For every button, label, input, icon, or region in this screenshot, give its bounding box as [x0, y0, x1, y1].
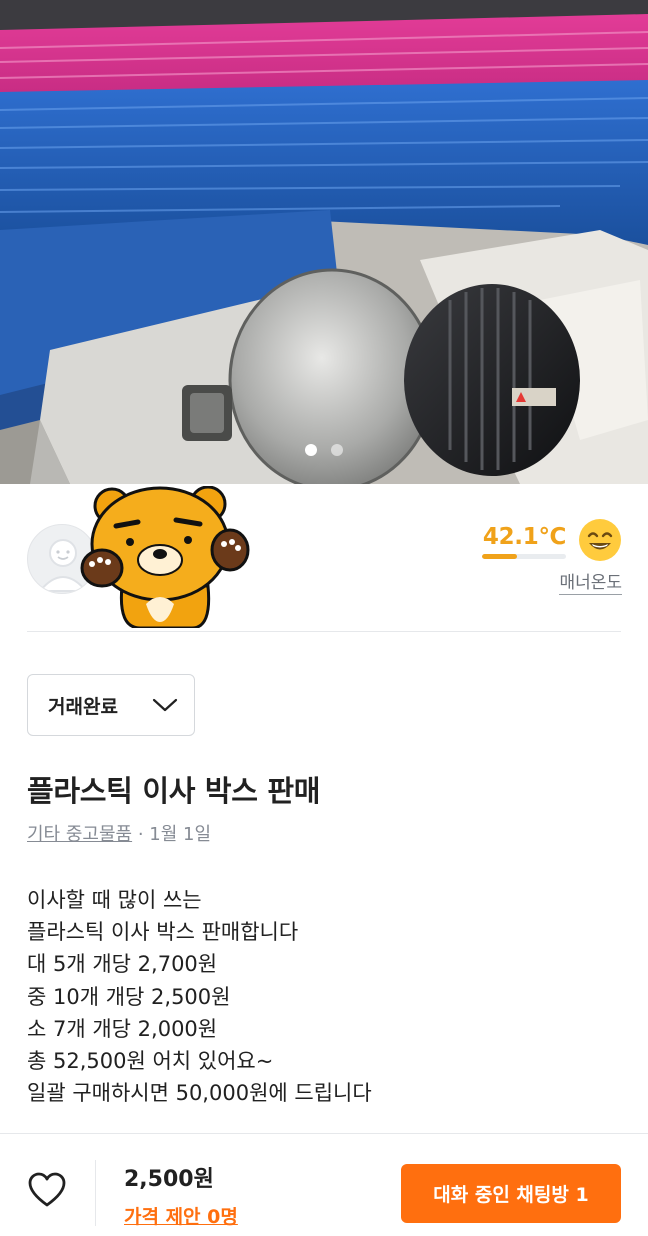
description-line: 중 10개 개당 2,500원 [27, 984, 231, 1009]
description-line: 일괄 구매하시면 50,000원에 드립니다 [27, 1081, 372, 1106]
chat-rooms-button[interactable]: 대화 중인 채팅방 1 [401, 1164, 621, 1223]
description-line: 이사할 때 많이 쓰는 [27, 888, 202, 912]
description-line: 소 7개 개당 2,000원 [27, 1016, 218, 1041]
chevron-down-icon [152, 698, 178, 712]
temperature-bar-fill [482, 554, 518, 559]
post-description: 이사할 때 많이 쓰는 플라스틱 이사 박스 판매합니다 대 5개 개당 2,7… [27, 884, 621, 1109]
temperature-caption[interactable]: 매너온도 [559, 568, 622, 595]
bear-character-sticker [80, 486, 250, 628]
manner-temperature[interactable]: 42.1℃ 매너온도 [477, 518, 622, 598]
post-time: 1월 1일 [149, 824, 212, 845]
product-photo[interactable] [0, 0, 648, 484]
temperature-bar [482, 554, 566, 559]
carousel-dot[interactable] [331, 444, 343, 456]
post-meta: 기타 중고물품 · 1월 1일 [27, 820, 211, 846]
carousel-indicator [0, 444, 648, 458]
carousel-dot-active[interactable] [305, 444, 317, 456]
description-line: 총 52,500원 어치 있어요~ [27, 1049, 274, 1074]
trade-status-value: 거래완료 [48, 695, 118, 718]
price: 2,500원 [124, 1167, 214, 1192]
section-divider [27, 631, 621, 632]
footer-divider [95, 1160, 96, 1226]
product-photo-image [0, 0, 648, 484]
trade-status-select[interactable]: 거래완료 [27, 674, 195, 736]
description-line: 대 5개 개당 2,700원 [27, 952, 218, 977]
category-link[interactable]: 기타 중고물품 [27, 824, 132, 845]
smiling-face-icon [579, 519, 621, 561]
post-title: 플라스틱 이사 박스 판매 [27, 774, 321, 808]
heart-outline-icon[interactable] [28, 1172, 66, 1208]
temperature-value: 42.1℃ [482, 524, 566, 550]
price-offer-link[interactable]: 가격 제안 0명 [124, 1202, 238, 1229]
description-line: 플라스틱 이사 박스 판매합니다 [27, 920, 299, 945]
meta-separator: · [132, 824, 150, 845]
